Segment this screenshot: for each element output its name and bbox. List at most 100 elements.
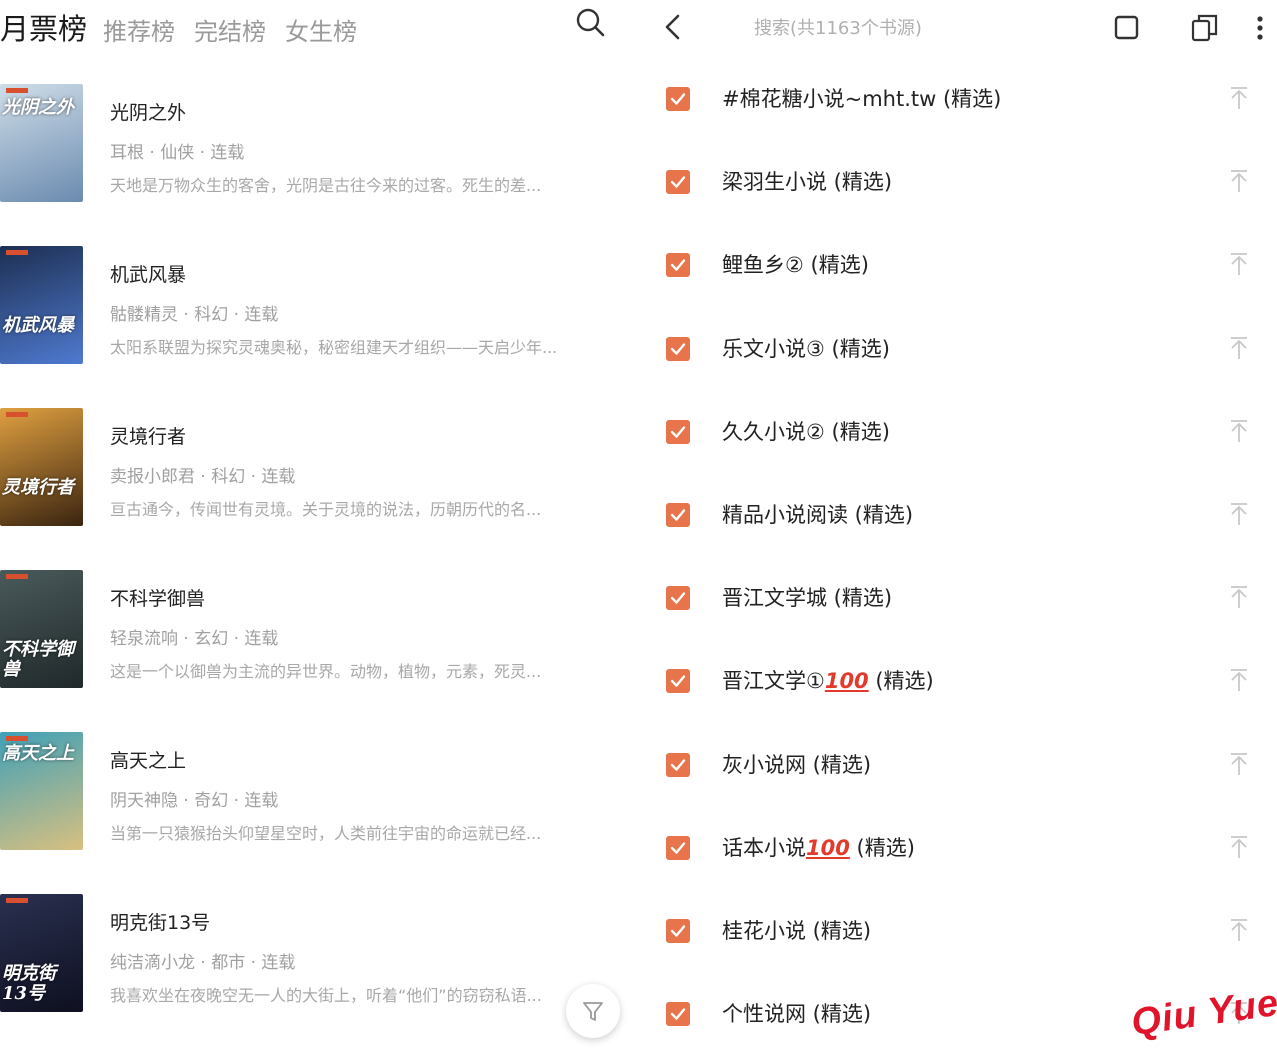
source-name-text: 晋江文学城 (精选) [722,586,893,611]
tab-recommended[interactable]: 推荐榜 [103,12,175,47]
source-name: 桂花小说 (精选) [722,915,871,945]
source-name: 梁羽生小说 (精选) [722,166,892,196]
pin-to-top-icon[interactable] [1228,418,1250,444]
book-meta: 纯洁滴小龙 · 都市 · 连载 [110,953,296,973]
source-name-text: 鲤鱼乡② (精选) [722,253,869,278]
source-checkbox[interactable] [666,752,690,777]
tab-female[interactable]: 女生榜 [285,12,357,47]
source-row[interactable]: 精品小说阅读 (精选) [640,503,1277,583]
copy-icon[interactable] [1188,10,1222,44]
book-item[interactable]: 明克街13号 明克街13号 纯洁滴小龙 · 都市 · 连载 我喜欢坐在夜晚空无一人的大… [0,894,640,1024]
source-name: 鲤鱼乡② (精选) [722,249,869,279]
book-cover: 灵境行者 [0,408,83,526]
source-checkbox[interactable] [666,919,690,943]
source-name: 晋江文学城 (精选) [722,582,892,612]
pin-to-top-icon[interactable] [1228,667,1250,693]
pin-to-top-icon[interactable] [1228,168,1250,194]
book-item[interactable]: 灵境行者 灵境行者 卖报小郎君 · 科幻 · 连载 亘古通今，传闻世有灵境。关于灵境的… [0,408,640,538]
source-name-suffix: (精选) [849,835,915,860]
pin-to-top-icon[interactable] [1228,501,1250,527]
source-checkbox[interactable] [666,170,690,195]
book-cover: 机武风暴 [0,246,83,364]
source-name-text: 精品小说阅读 (精选) [722,503,914,527]
pin-to-top-icon[interactable] [1228,85,1250,111]
source-name: 精品小说阅读 (精选) [722,499,913,529]
book-item[interactable]: 不科学御兽 不科学御兽 轻泉流响 · 玄幻 · 连载 这是一个以御兽为主流的异世界。动… [0,570,640,700]
book-title: 光阴之外 [110,102,187,124]
source-row[interactable]: #棉花糖小说~mht.tw (精选) [640,87,1277,167]
book-description: 这是一个以御兽为主流的异世界。动物，植物，元素，死灵... [110,662,542,681]
source-name-text: 话本小说 [722,835,806,860]
source-checkbox[interactable] [666,1002,690,1027]
book-title: 不科学御兽 [110,588,206,610]
book-description: 太阳系联盟为探究灵魂奥秘，秘密组建天才组织——天启少年... [110,338,558,357]
hundred-points-icon: 100 [806,835,850,860]
select-all-icon[interactable] [1110,10,1144,44]
source-name: 晋江文学①100 (精选) [722,665,934,695]
more-vertical-icon[interactable] [1250,10,1270,44]
book-item[interactable]: 光阴之外 光阴之外耳根 · 仙侠 · 连载天地是万物众生的客舍，光阴是古往今来的过… [0,84,640,214]
pin-to-top-icon[interactable] [1228,751,1250,777]
search-source-title[interactable]: 搜索(共1163个书源) [754,14,922,40]
pin-to-top-icon[interactable] [1228,917,1250,943]
source-row[interactable]: 灰小说网 (精选) [640,751,1277,833]
book-item[interactable]: 高天之上 高天之上 阴天神隐 · 奇幻 · 连载 当第一只猿猴抬头仰望星空时，人类前往… [0,732,640,862]
cover-title-art: 明克街13号 [2,963,56,1004]
source-row[interactable]: 久久小说② (精选) [640,418,1277,500]
source-name-text: 晋江文学① [722,669,825,694]
source-checkbox[interactable] [666,336,690,361]
source-checkbox[interactable] [666,835,690,860]
source-name: 乐文小说③ (精选) [722,333,890,363]
source-checkbox[interactable] [666,253,690,278]
publisher-mark [6,88,28,93]
book-meta: 耳根 · 仙侠 · 连载 [110,143,245,163]
source-name-text: 桂花小说 (精选) [722,919,872,943]
book-meta: 骷髅精灵 · 科幻 · 连载 [110,305,279,325]
book-description: 天地是万物众生的客舍，光阴是古往今来的过客。死生的差... [110,176,542,195]
book-description: 亘古通今，传闻世有灵境。关于灵境的说法，历朝历代的名... [110,500,542,519]
book-description: 当第一只猿猴抬头仰望星空时，人类前往宇宙的命运就已经... [110,824,542,843]
cover-title-art: 机武风暴 [2,315,74,336]
source-checkbox[interactable] [666,669,690,694]
source-name-text: #棉花糖小说~mht.tw (精选) [722,87,1002,111]
source-checkbox[interactable] [666,419,690,444]
source-row[interactable]: 梁羽生小说 (精选) [640,170,1277,250]
book-description: 我喜欢坐在夜晚空无一人的大街上，听着“他们”的窃窃私语... [110,986,542,1005]
chevron-left-icon[interactable] [658,10,688,44]
ranking-tabs: 月票榜 推荐榜 完结榜 女生榜 [0,0,640,50]
book-title: 明克街13号 [110,912,211,934]
source-checkbox[interactable] [666,503,690,527]
filter-icon [583,1002,603,1021]
search-icon[interactable] [574,6,606,38]
source-name: 久久小说② (精选) [722,416,890,446]
cover-title-art: 高天之上 [2,743,74,764]
pin-to-top-icon[interactable] [1228,335,1250,361]
tab-completed[interactable]: 完结榜 [194,12,266,47]
source-row[interactable]: 乐文小说③ (精选) [640,335,1277,417]
source-row[interactable]: 晋江文学城 (精选) [640,586,1277,666]
source-row[interactable]: 桂花小说 (精选) [640,919,1277,999]
publisher-mark [6,574,28,579]
publisher-mark [6,250,28,255]
source-row[interactable]: 鲤鱼乡② (精选) [640,253,1277,333]
book-title: 灵境行者 [110,426,187,448]
cover-title-art: 光阴之外 [2,97,74,118]
cover-title-art: 灵境行者 [2,477,74,498]
book-cover: 不科学御兽 [0,570,83,688]
publisher-mark [6,898,28,903]
source-name-text: 梁羽生小说 (精选) [722,170,893,195]
book-item[interactable]: 机武风暴 机武风暴 骷髅精灵 · 科幻 · 连载 太阳系联盟为探究灵魂奥秘，秘密组建天… [0,246,640,376]
pin-to-top-icon[interactable] [1228,584,1250,610]
source-row[interactable]: 话本小说100 (精选) [640,834,1277,916]
book-ranking-panel: 月票榜 推荐榜 完结榜 女生榜 光阴之外 光阴之外耳根 · 仙侠 · 连载天地是万… [0,0,640,1053]
book-title: 高天之上 [110,750,187,772]
source-row[interactable]: 晋江文学①100 (精选) [640,669,1277,749]
pin-to-top-icon[interactable] [1228,834,1250,860]
pin-to-top-icon[interactable] [1228,251,1250,277]
book-source-search-panel: 搜索(共1163个书源) #棉花糖小说~mht.tw (精选) 梁羽生小说 (精选… [640,0,1277,1053]
tab-monthly-ticket[interactable]: 月票榜 [0,6,87,48]
source-checkbox[interactable] [666,586,690,611]
publisher-mark [6,412,28,417]
source-checkbox[interactable] [666,87,690,111]
filter-button[interactable] [566,984,620,1038]
